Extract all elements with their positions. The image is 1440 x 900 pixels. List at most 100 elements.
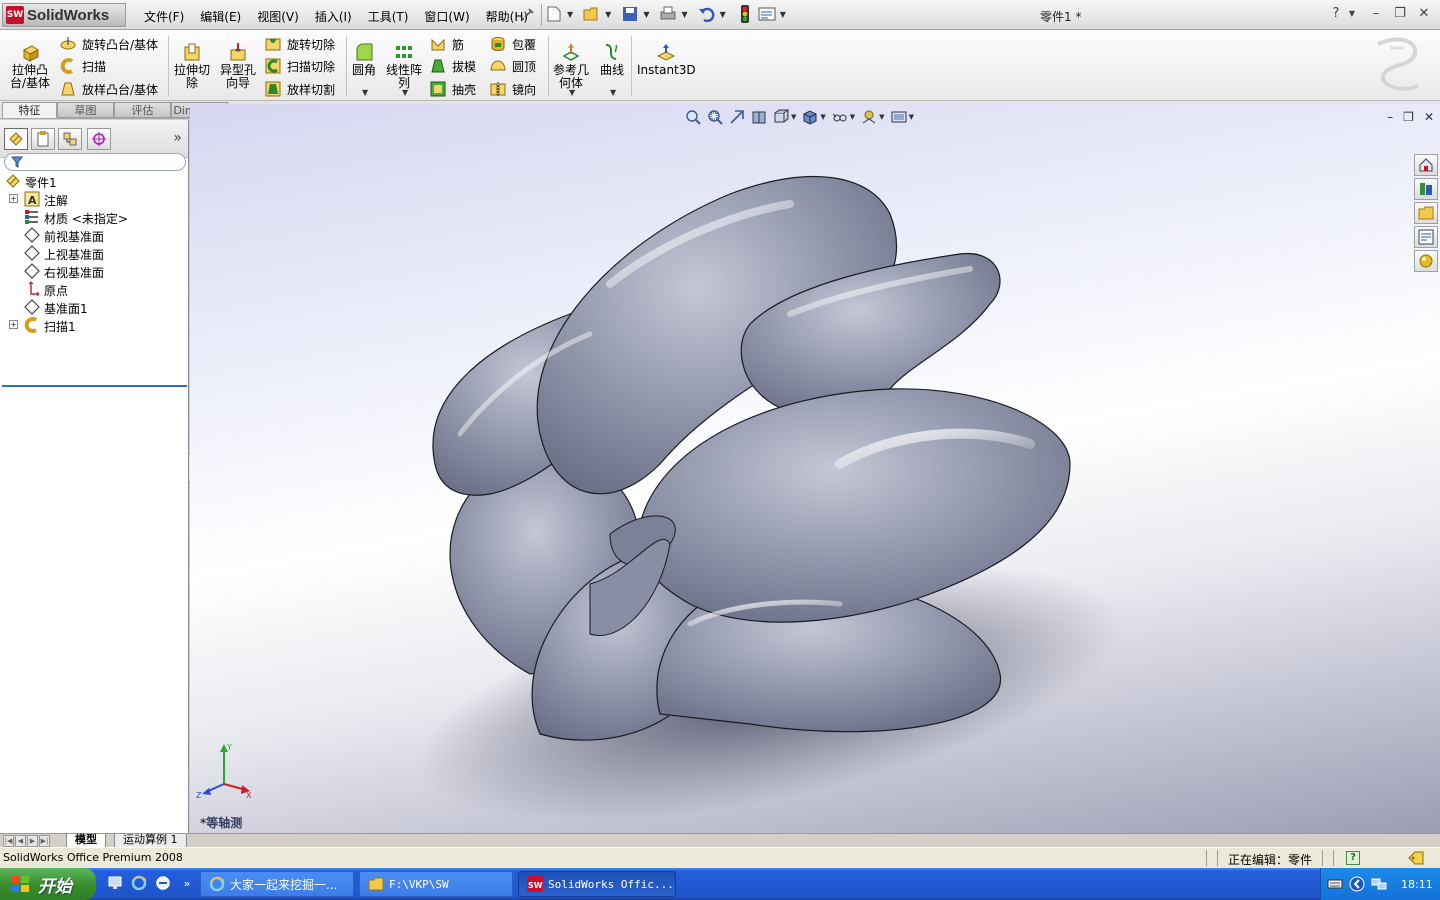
loft-boss-button[interactable]: 放样凸台/基体 bbox=[60, 79, 158, 99]
previous-tab-icon[interactable]: ◀ bbox=[15, 835, 26, 847]
first-tab-icon[interactable]: |◀ bbox=[3, 835, 14, 847]
zoom-to-fit-icon[interactable] bbox=[685, 109, 701, 125]
draft-button[interactable]: 拔模 bbox=[430, 56, 476, 76]
graphics-area[interactable]: ▼ ▼ ▼ ▼ ▼ – ❐ ✕ Y X Z *等轴测 bbox=[190, 104, 1440, 833]
network-icon[interactable] bbox=[1371, 876, 1387, 892]
tab-model[interactable]: 模型 bbox=[66, 834, 106, 848]
hide-show-dropdown-icon[interactable]: ▼ bbox=[850, 113, 855, 121]
show-desktop-icon[interactable] bbox=[106, 874, 124, 892]
menu-insert[interactable]: 插入(I) bbox=[307, 6, 360, 27]
tree-item-right-plane[interactable]: 右视基准面 bbox=[0, 262, 186, 280]
expand-icon[interactable]: + bbox=[9, 320, 18, 329]
tree-item-plane1[interactable]: 基准面1 bbox=[0, 298, 186, 316]
view-settings-icon[interactable] bbox=[891, 109, 907, 125]
solidworks-logo[interactable]: SW SolidWorks bbox=[2, 3, 126, 27]
undo-icon[interactable] bbox=[698, 5, 716, 23]
revolve-boss-button[interactable]: 旋转凸台/基体 bbox=[60, 34, 158, 54]
sweep-button[interactable]: 扫描 bbox=[60, 56, 106, 76]
extrude-cut-button[interactable]: 拉伸切 除 bbox=[174, 42, 210, 90]
sweep-cut-button[interactable]: 扫描切除 bbox=[265, 56, 335, 76]
tab-sketch[interactable]: 草图 bbox=[57, 102, 114, 118]
menu-tools[interactable]: 工具(T) bbox=[360, 6, 417, 27]
design-library-icon[interactable] bbox=[1414, 178, 1438, 200]
print-dropdown-icon[interactable]: ▼ bbox=[681, 10, 687, 19]
rib-button[interactable]: 筋 bbox=[430, 34, 464, 54]
help-dropdown-icon[interactable]: ▼ bbox=[1344, 9, 1360, 18]
shell-button[interactable]: 抽壳 bbox=[430, 79, 476, 99]
edit-appearance-icon[interactable] bbox=[861, 109, 877, 125]
menu-edit[interactable]: 编辑(E) bbox=[192, 6, 249, 27]
feature-tree-filter[interactable] bbox=[4, 153, 186, 171]
curves-button[interactable]: 曲线 bbox=[600, 42, 624, 77]
tree-item-front-plane[interactable]: 前视基准面 bbox=[0, 226, 186, 244]
tree-item-material[interactable]: 材质 <未指定> bbox=[0, 208, 186, 226]
fillet-button[interactable]: 圆角 bbox=[352, 42, 376, 77]
tab-features[interactable]: 特征 bbox=[2, 102, 57, 118]
curves-dropdown-icon[interactable]: ▼ bbox=[610, 88, 616, 97]
linear-pattern-dropdown-icon[interactable]: ▼ bbox=[402, 88, 408, 97]
open-folder-icon[interactable] bbox=[583, 5, 601, 23]
model-render[interactable] bbox=[190, 104, 1440, 833]
undo-dropdown-icon[interactable]: ▼ bbox=[720, 10, 726, 19]
keyboard-icon[interactable] bbox=[1327, 876, 1343, 892]
menu-view[interactable]: 视图(V) bbox=[249, 6, 307, 27]
rollback-bar[interactable] bbox=[2, 385, 187, 387]
taskbar-button-browser[interactable]: 大家一起来挖掘一... bbox=[200, 871, 354, 897]
more-quicklaunch-icon[interactable]: » bbox=[178, 874, 196, 892]
property-manager-tab-icon[interactable] bbox=[31, 128, 55, 150]
revolve-cut-button[interactable]: 旋转切除 bbox=[265, 34, 335, 54]
start-button[interactable]: 开始 bbox=[0, 868, 96, 900]
close-button[interactable]: ✕ bbox=[1416, 6, 1432, 21]
linear-pattern-button[interactable]: 线性阵 列 bbox=[386, 42, 422, 90]
save-dropdown-icon[interactable]: ▼ bbox=[643, 10, 649, 19]
open-dropdown-icon[interactable]: ▼ bbox=[605, 10, 611, 19]
mirror-button[interactable]: 镜向 bbox=[490, 79, 536, 99]
dome-button[interactable]: 圆顶 bbox=[490, 56, 536, 76]
taskbar-button-solidworks[interactable]: SW SolidWorks Offic... bbox=[518, 871, 676, 897]
tab-motion-study-1[interactable]: 运动算例 1 bbox=[114, 834, 187, 848]
display-style-icon[interactable] bbox=[802, 109, 818, 125]
tree-item-top-plane[interactable]: 上视基准面 bbox=[0, 244, 186, 262]
edit-appearance-dropdown-icon[interactable]: ▼ bbox=[879, 113, 884, 121]
new-document-icon[interactable] bbox=[545, 5, 563, 23]
instant3d-button[interactable]: Instant3D bbox=[637, 42, 696, 77]
restore-button[interactable]: ❐ bbox=[1392, 6, 1408, 21]
dimxpert-manager-tab-icon[interactable] bbox=[87, 128, 111, 150]
menu-window[interactable]: 窗口(W) bbox=[416, 6, 477, 27]
view-settings-dropdown-icon[interactable]: ▼ bbox=[909, 113, 914, 121]
reference-geometry-button[interactable]: 参考几 何体 bbox=[553, 42, 589, 90]
status-help-icon[interactable]: ? bbox=[1346, 851, 1360, 865]
hide-show-items-icon[interactable] bbox=[832, 109, 848, 125]
solidworks-resources-icon[interactable] bbox=[1414, 154, 1438, 176]
view-orientation-icon[interactable] bbox=[773, 109, 789, 125]
minimize-button[interactable]: – bbox=[1368, 6, 1384, 21]
new-dropdown-icon[interactable]: ▼ bbox=[567, 10, 573, 19]
fillet-dropdown-icon[interactable]: ▼ bbox=[362, 88, 368, 97]
clock[interactable]: 18:11 bbox=[1401, 878, 1433, 891]
appearances-icon[interactable] bbox=[1414, 250, 1438, 272]
feature-tree-tab-icon[interactable] bbox=[4, 128, 28, 150]
ie-icon[interactable] bbox=[130, 874, 148, 892]
loft-cut-button[interactable]: 放样切割 bbox=[265, 79, 335, 99]
section-view-icon[interactable] bbox=[751, 109, 767, 125]
last-tab-icon[interactable]: ▶| bbox=[39, 835, 50, 847]
status-tag-icon[interactable] bbox=[1408, 851, 1424, 868]
options-dropdown-icon[interactable]: ▼ bbox=[780, 10, 786, 19]
menu-file[interactable]: 文件(F) bbox=[136, 6, 192, 27]
tree-root[interactable]: 零件1 bbox=[0, 172, 186, 190]
tab-evaluate[interactable]: 评估 bbox=[114, 102, 171, 118]
tree-item-sweep1[interactable]: + 扫描1 bbox=[0, 316, 186, 334]
file-explorer-icon[interactable] bbox=[1414, 202, 1438, 224]
zoom-to-area-icon[interactable] bbox=[707, 109, 723, 125]
previous-view-icon[interactable] bbox=[729, 109, 745, 125]
taskbar-button-folder[interactable]: F:\VKP\SW bbox=[359, 871, 513, 897]
help-icon[interactable]: ? bbox=[1328, 6, 1344, 21]
next-tab-icon[interactable]: ▶ bbox=[27, 835, 38, 847]
wrap-button[interactable]: 包覆 bbox=[490, 34, 536, 54]
pin-icon[interactable] bbox=[521, 7, 535, 24]
configuration-manager-tab-icon[interactable] bbox=[58, 128, 82, 150]
extrude-boss-button[interactable]: 拉伸凸 台/基体 bbox=[10, 42, 50, 90]
save-icon[interactable] bbox=[621, 5, 639, 23]
rebuild-traffic-light-icon[interactable] bbox=[736, 5, 754, 23]
reference-geometry-dropdown-icon[interactable]: ▼ bbox=[569, 88, 575, 97]
